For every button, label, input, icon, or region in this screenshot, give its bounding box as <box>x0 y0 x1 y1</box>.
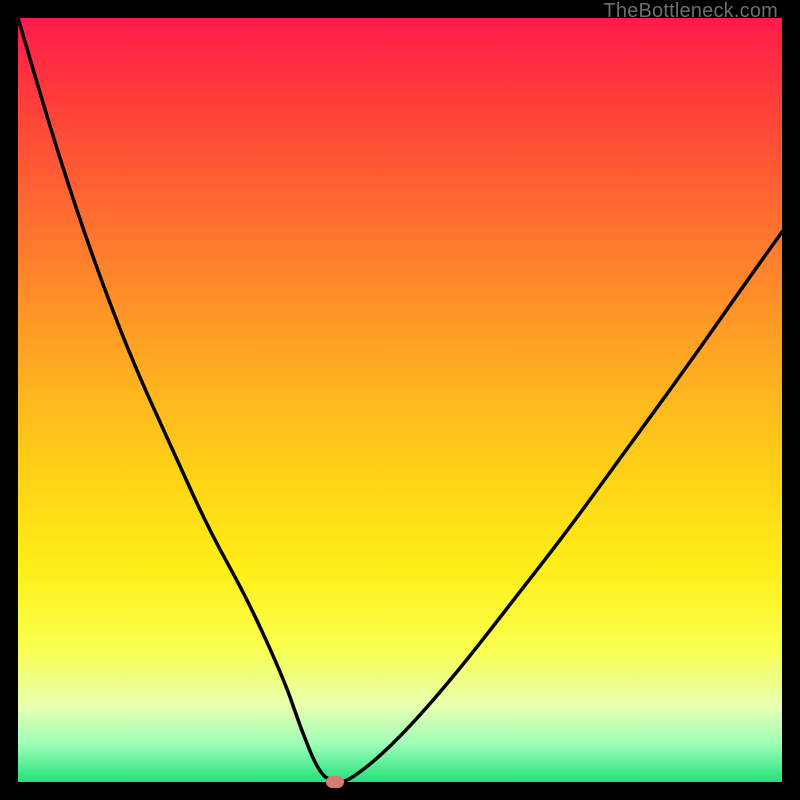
watermark-text: TheBottleneck.com <box>603 0 778 23</box>
chart-curve-path <box>18 18 782 782</box>
chart-stage: TheBottleneck.com <box>0 0 800 800</box>
chart-curve <box>18 18 782 782</box>
chart-marker <box>326 776 344 788</box>
chart-plot-area <box>18 18 782 782</box>
